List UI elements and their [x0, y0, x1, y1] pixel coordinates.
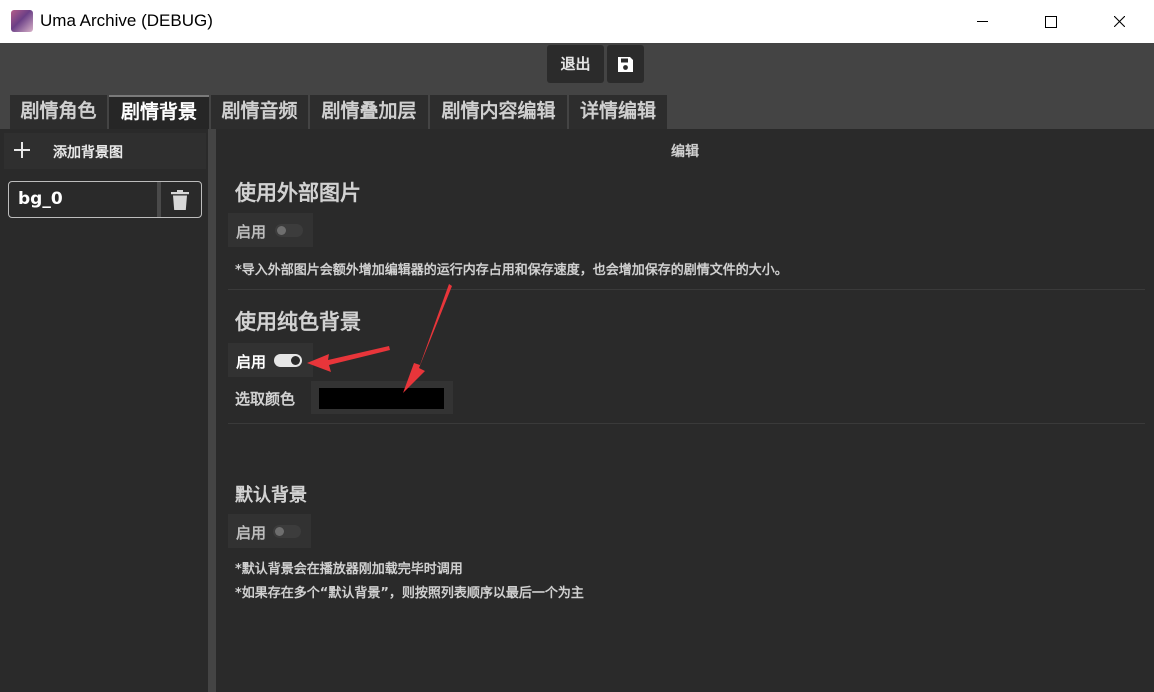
solid-color-toggle[interactable]: 启用 — [228, 343, 313, 377]
color-label: 选取颜色 — [235, 390, 296, 408]
default-bg-note-2: *如果存在多个“默认背景”，则按照列表顺序以最后一个为主 — [235, 586, 584, 601]
toggle-switch[interactable] — [273, 525, 301, 538]
trash-icon[interactable] — [171, 190, 189, 210]
tab-content-edit[interactable]: 剧情内容编辑 — [430, 95, 567, 129]
title-bar: Uma Archive (DEBUG) — [0, 0, 1154, 43]
tab-overlay[interactable]: 剧情叠加层 — [310, 95, 428, 129]
edit-header: 编辑 — [671, 144, 699, 160]
app-icon — [11, 10, 33, 32]
add-background-label: 添加背景图 — [53, 145, 123, 161]
toggle-label: 启用 — [236, 524, 267, 542]
external-image-toggle[interactable]: 启用 — [228, 213, 313, 247]
plus-icon — [12, 140, 32, 160]
window-title: Uma Archive (DEBUG) — [40, 11, 213, 30]
default-bg-title: 默认背景 — [235, 485, 307, 506]
solid-color-title: 使用纯色背景 — [235, 310, 361, 334]
tab-backgrounds[interactable]: 剧情背景 — [109, 95, 209, 129]
default-bg-note-1: *默认背景会在播放器刚加载完毕时调用 — [235, 562, 463, 577]
tab-audio[interactable]: 剧情音频 — [211, 95, 308, 129]
color-swatch[interactable] — [319, 388, 444, 409]
list-item[interactable]: bg_0 — [8, 181, 202, 218]
background-name: bg_0 — [18, 189, 63, 209]
maximize-button[interactable] — [1016, 0, 1084, 43]
item-divider — [157, 182, 161, 217]
app-area: 退出 剧情角色 剧情背景 剧情音频 剧情叠加层 剧情内容编辑 详情编辑 添加背景… — [0, 43, 1154, 692]
sidebar: 添加背景图 bg_0 — [0, 129, 208, 692]
save-button[interactable] — [607, 45, 644, 83]
divider — [228, 289, 1145, 290]
tab-detail-edit[interactable]: 详情编辑 — [569, 95, 667, 129]
close-icon — [1114, 16, 1125, 27]
external-image-title: 使用外部图片 — [235, 181, 361, 205]
external-image-note: *导入外部图片会额外增加编辑器的运行内存占用和保存速度，也会增加保存的剧情文件的… — [235, 263, 788, 278]
tab-characters[interactable]: 剧情角色 — [10, 95, 107, 129]
close-button[interactable] — [1085, 0, 1153, 43]
color-picker[interactable] — [311, 381, 453, 414]
toggle-switch[interactable] — [274, 354, 302, 367]
exit-button[interactable]: 退出 — [547, 45, 604, 83]
toggle-switch[interactable] — [275, 224, 303, 237]
divider — [228, 423, 1145, 424]
edit-panel: 编辑 使用外部图片 启用 *导入外部图片会额外增加编辑器的运行内存占用和保存速度… — [216, 129, 1154, 692]
toggle-label: 启用 — [236, 223, 267, 241]
add-background-button[interactable]: 添加背景图 — [4, 133, 206, 169]
toggle-label: 启用 — [236, 353, 267, 371]
minimize-button[interactable] — [948, 0, 1016, 43]
floppy-disk-icon — [618, 57, 633, 72]
default-bg-toggle[interactable]: 启用 — [228, 514, 311, 548]
